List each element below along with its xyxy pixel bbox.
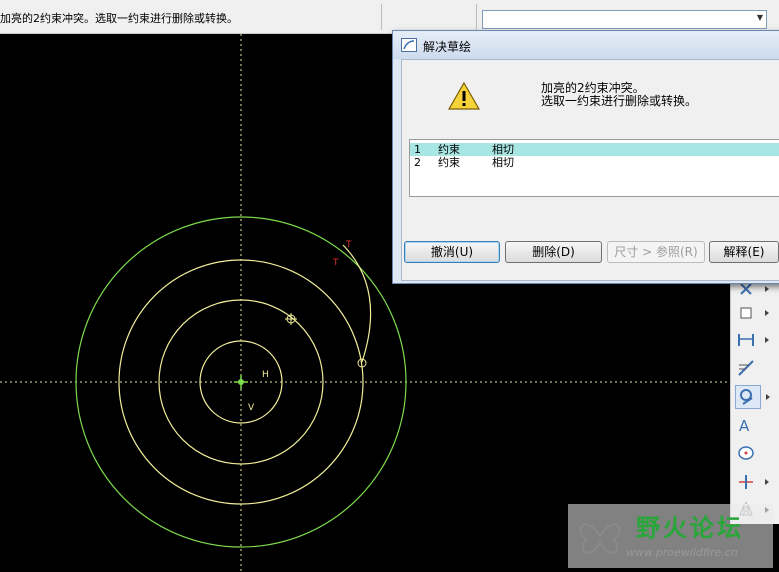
constraint-index: 2 [414,156,421,169]
flyout-arrow-icon[interactable] [765,286,769,292]
tangent-constraint-label[interactable]: T [332,258,339,268]
undo-button[interactable]: 撤消(U) [404,241,500,263]
palette-tool-icon [738,446,754,460]
constraint-type: 约束 [438,143,460,156]
delete-button[interactable]: 删除(D) [505,241,602,263]
vertical-constraint-label: V [248,403,255,413]
rectangle-tool-icon [740,307,752,319]
status-separator [381,4,382,30]
status-message: 加亮的2约束冲突。选取一约束进行删除或转换。 [0,12,238,25]
flyout-arrow-icon[interactable] [765,310,769,316]
filter-dropdown[interactable]: ▼ [482,10,767,29]
text-tool-icon: A [739,417,750,434]
constraint-index: 1 [414,143,421,156]
dialog-message-line-2: 选取一约束进行删除或转换。 [541,94,698,108]
dialog-title: 解决草绘 [423,40,472,54]
flyout-arrow-icon[interactable] [766,394,770,400]
warning-icon [447,81,481,110]
watermark: 野火论坛 www.proewildfire.cn [568,504,773,568]
constraint-type: 约束 [438,156,460,169]
modify-tool-button[interactable] [735,357,761,381]
constraint-kind: 相切 [492,143,514,156]
tangent-constraint-label[interactable]: T [345,240,352,250]
modify-tool-icon [738,360,754,376]
watermark-title: 野火论坛 [636,514,744,542]
trim-tool-icon [739,475,753,489]
flyout-arrow-icon[interactable] [765,479,769,485]
horizontal-constraint-label: H [262,370,269,380]
svg-text:A: A [739,417,750,434]
butterfly-logo-icon [579,523,621,554]
constraint-tool-button[interactable] [735,385,770,409]
watermark-url: www.proewildfire.cn [626,546,738,559]
constraint-list[interactable]: 1 约束 相切 2 约束 相切 [409,139,779,197]
constraint-row[interactable]: 1 约束 相切 [410,143,779,156]
constraint-row[interactable]: 2 约束 相切 [410,156,779,169]
explain-button[interactable]: 解释(E) [709,241,779,263]
sketch-toolbar: A [730,283,779,524]
text-tool-button[interactable]: A [735,414,761,438]
status-bar: 加亮的2约束冲突。选取一约束进行删除或转换。 ▼ [0,0,779,34]
dimension-tool-button[interactable] [735,329,769,353]
chevron-down-icon[interactable]: ▼ [757,13,763,22]
dimension-tool-icon [738,334,754,346]
status-separator [476,4,477,30]
constraint-tool-icon [740,389,753,405]
trim-tool-button[interactable] [735,471,769,495]
constraint-kind: 相切 [492,156,514,169]
resolve-sketch-dialog: 解决草绘 加亮的2约束冲突。 选取一约束进行删除或转换。 1 约束 相切 2 约… [392,30,779,284]
rectangle-tool-button[interactable] [735,302,769,326]
sketch-app-icon [401,38,417,52]
flyout-arrow-icon[interactable] [765,337,769,343]
dialog-title-bar[interactable]: 解决草绘 [393,31,779,59]
dim-reference-button[interactable]: 尺寸 > 参照(R) [607,241,705,263]
palette-tool-button[interactable] [735,442,761,466]
